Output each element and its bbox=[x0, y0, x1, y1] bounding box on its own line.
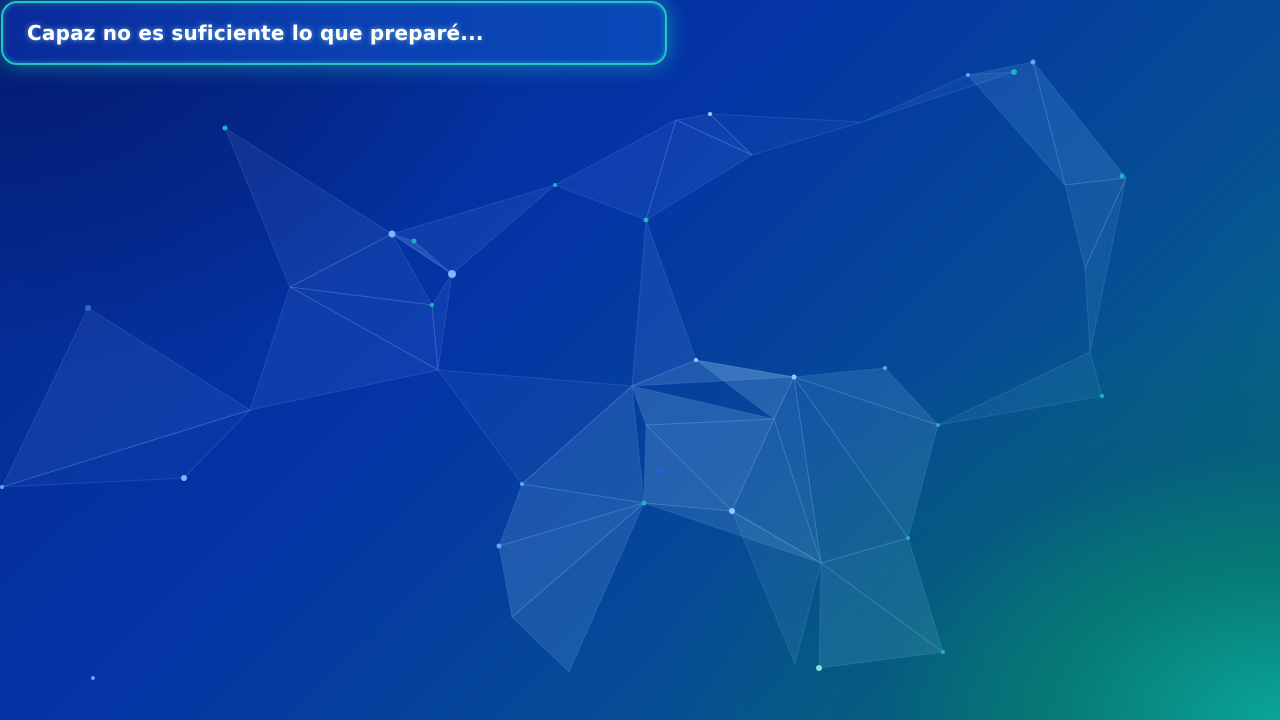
dialogue-box[interactable]: Capaz no es suficiente lo que preparé... bbox=[1, 1, 667, 65]
polygon-network-background bbox=[0, 57, 1127, 680]
dialogue-text: Capaz no es suficiente lo que preparé... bbox=[27, 21, 484, 45]
